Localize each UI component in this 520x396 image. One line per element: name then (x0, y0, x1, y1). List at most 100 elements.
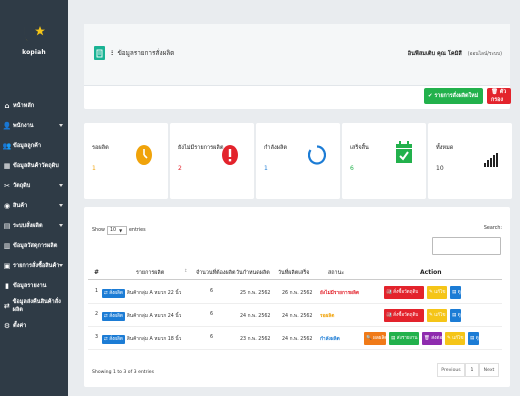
calendar-check-icon (396, 141, 412, 165)
page-title: ⵗ ข้อมูลรายการสั่งผลิต (111, 48, 174, 58)
stat-card-3[interactable]: กำลังผลิต 1 (256, 123, 340, 199)
show-prefix: Show (92, 228, 105, 233)
settings-icon: ⚙ (3, 322, 11, 330)
cell-qty: 6 (210, 289, 214, 294)
cell-start-date: 23 ก.พ. 2562 (240, 337, 271, 342)
table-info: Showing 1 to 3 of 3 entries (92, 370, 154, 375)
caret-down-icon (59, 264, 63, 267)
cell-name: ⇄ สั่งผลิต สินค้ากลุ่ม A หมวก 22 นิ้ว (102, 289, 181, 298)
page-title-text: ข้อมูลรายการสั่งผลิต (117, 49, 175, 57)
sidebar-item-label: ข้อมูลลูกค้า (13, 143, 41, 149)
sidebar-item-label: หน้าหลัก (13, 103, 35, 109)
crescent-star-logo-icon (21, 17, 47, 47)
stat-card-5[interactable]: ทั้งหมด 10 (428, 123, 512, 199)
action-button-1[interactable]: 🏭 สั่งซื้อวัตถุดิบ (384, 309, 424, 322)
sidebar-item-10[interactable]: ▮ ข้อมูลรายงาน (0, 276, 68, 296)
stat-card-label: ทั้งหมด (436, 145, 454, 151)
sidebar-item-7[interactable]: ▤ ระบบสั่งผลิต (0, 216, 68, 236)
cell-end-date: 24 ก.พ. 2562 (282, 337, 313, 342)
action-button-2[interactable]: ✎ แก้ไข (427, 286, 447, 299)
sidebar-item-label: ข้อมูลรายงาน (13, 283, 47, 289)
user-status: (ออนไลน์/ระบบ) (467, 52, 502, 57)
action-button-3[interactable]: ▤ ดู (450, 309, 461, 322)
caret-down-icon (59, 124, 63, 127)
order-badge[interactable]: ⇄ สั่งผลิต (102, 289, 125, 298)
cell-num: 3 (95, 335, 99, 340)
action-button-3[interactable]: ▤ ดู (450, 286, 461, 299)
pager-next[interactable]: Next (479, 363, 499, 377)
brand-name: kopiah (22, 48, 46, 56)
sidebar-item-label: สินค้า (13, 203, 28, 209)
order-icon: ▤ (3, 222, 11, 230)
table-panel: Show 10 ▼ entries Search: # รายการผลิต ↕… (84, 207, 510, 387)
sidebar-item-1[interactable]: ⌂ หน้าหลัก (0, 96, 68, 116)
sidebar-item-5[interactable]: ✂ วัตถุดิบ (0, 176, 68, 196)
stat-card-value: 2 (178, 165, 182, 172)
menu-bars-icon[interactable]: ⵗ (111, 49, 113, 57)
th-end[interactable]: วันที่ผลิตเสร็จ (278, 269, 309, 277)
purchase-icon: ▣ (3, 262, 11, 270)
sidebar-item-9[interactable]: ▣ รายการสั่งซื้อสินค้า (0, 256, 68, 276)
stat-card-value: 6 (350, 165, 354, 172)
table-header: # รายการผลิต ↕ จำนวนที่ต้องผลิต วันกำหนด… (88, 266, 502, 280)
order-badge[interactable]: ⇄ สั่งผลิต (102, 335, 125, 344)
sidebar-item-8[interactable]: ▥ ข้อมูลวัสดุการผลิต (0, 236, 68, 256)
clock-icon (136, 145, 152, 167)
sidebar-item-11[interactable]: ⇄ ข้อมูลส่งคืนสินค้าสั่งผลิต (0, 296, 68, 316)
sidebar-item-3[interactable]: 👥 ข้อมูลลูกค้า (0, 136, 68, 156)
cell-name: ⇄ สั่งผลิต สินค้ากลุ่ม A หมวก 24 นิ้ว (102, 312, 181, 321)
material-icon: ✂ (4, 182, 10, 190)
cell-start-date: 24 ก.พ. 2562 (240, 314, 271, 319)
pager-page-1[interactable]: 1 (465, 363, 479, 377)
th-qty[interactable]: จำนวนที่ต้องผลิต (196, 269, 235, 277)
action-button-2[interactable]: ▤ ส่งรายงาน (389, 332, 419, 345)
progress-icon (307, 145, 327, 167)
pager-previous[interactable]: Previous (437, 363, 465, 377)
th-name[interactable]: รายการผลิต (136, 269, 164, 277)
th-start[interactable]: วันกำหนดผลิต (236, 269, 270, 277)
search-label: Search: (483, 226, 502, 231)
order-badge[interactable]: ⇄ สั่งผลิต (102, 312, 125, 321)
stat-card-label: รอผลิต (92, 145, 109, 151)
stat-card-value: 10 (436, 165, 444, 172)
cell-qty: 6 (210, 335, 214, 340)
cell-num: 1 (95, 289, 99, 294)
action-button-1[interactable]: 🏭 สั่งซื้อวัตถุดิบ (384, 286, 424, 299)
stat-card-1[interactable]: รอผลิต 1 (84, 123, 168, 199)
stat-card-4[interactable]: เสร็จสิ้น 6 (342, 123, 426, 199)
filter-button[interactable]: 🗑 ตัวกรอง (487, 88, 511, 104)
stat-card-value: 1 (264, 165, 268, 172)
th-status[interactable]: สถานะ (328, 269, 344, 277)
cell-num: 2 (95, 312, 99, 317)
action-button-2[interactable]: ✎ แก้ไข (427, 309, 447, 322)
stat-card-2[interactable]: ยังไม่มีรายการผลิต 2 (170, 123, 254, 199)
entries-select-value: 10 (109, 228, 117, 233)
report-icon: ▮ (5, 282, 9, 290)
stat-card-value: 1 (92, 165, 96, 172)
sidebar-item-6[interactable]: ◉ สินค้า (0, 196, 68, 216)
sidebar-item-label: ข้อมูลวัสดุการผลิต (13, 243, 58, 249)
chevron-down-icon: ▼ (119, 228, 123, 233)
search-input[interactable] (432, 237, 501, 255)
sidebar-item-label: พนักงาน (13, 123, 34, 129)
new-order-button[interactable]: ✔ รายการสั่งผลิตใหม่ (424, 88, 483, 104)
product-name: สินค้ากลุ่ม A หมวก 24 นิ้ว (126, 314, 182, 319)
product-name: สินค้ากลุ่ม A หมวก 22 นิ้ว (126, 291, 182, 296)
customer-icon: 👥 (2, 142, 12, 150)
user-name: อินฟีสมเติบ คุณ โคมิสี (407, 51, 462, 57)
brand[interactable]: kopiah (0, 0, 68, 72)
sidebar-item-2[interactable]: 👤 พนักงาน (0, 116, 68, 136)
sidebar-item-4[interactable]: ▦ ข้อมูลสินค้าวัตถุดิบ (0, 156, 68, 176)
th-action: Action (420, 269, 442, 276)
action-button-5[interactable]: ▤ ดู (468, 332, 479, 345)
action-button-3[interactable]: 🗑 ส่งต่อ (422, 332, 442, 345)
caret-down-icon (59, 224, 63, 227)
sort-icon[interactable]: ↕ (184, 269, 188, 274)
sidebar-item-12[interactable]: ⚙ ตั้งค่า (0, 316, 68, 336)
entries-select[interactable]: 10 ▼ (106, 226, 127, 235)
action-button-1[interactable]: 🔍 ผลผลิต (364, 332, 386, 345)
th-num[interactable]: # (94, 269, 99, 276)
table-row: 2 ⇄ สั่งผลิต สินค้ากลุ่ม A หมวก 24 นิ้ว 6 24… (88, 305, 502, 327)
action-button-4[interactable]: ✎ แก้ไข (445, 332, 465, 345)
signal-icon (484, 153, 498, 169)
